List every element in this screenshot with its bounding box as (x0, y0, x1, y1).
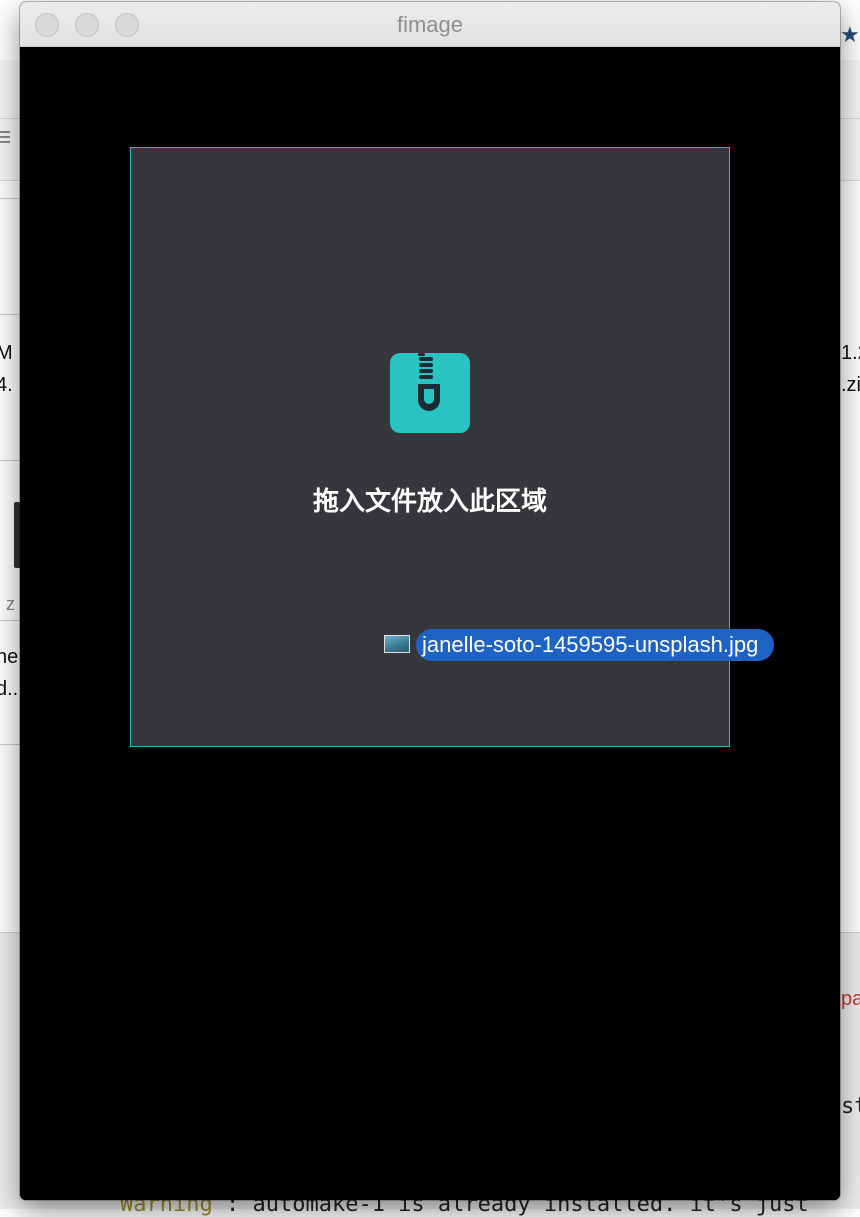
drop-instruction: 拖入文件放入此区域 (312, 486, 547, 516)
background-text: ne (0, 646, 19, 668)
background-text: z (6, 594, 15, 614)
background-divider (0, 620, 20, 621)
background-divider (0, 460, 20, 461)
background-text: d.. (0, 678, 19, 700)
dragged-file-name: janelle-soto-1459595-unsplash.jpg (416, 629, 775, 661)
background-text: st (841, 1094, 860, 1119)
image-thumbnail-icon (384, 635, 410, 653)
window-content: 拖入文件放入此区域 janelle-soto-1459595-unsplash.… (20, 47, 840, 1200)
zip-file-icon (390, 353, 470, 433)
background-star-icon: ★ (840, 22, 860, 47)
background-divider (0, 198, 20, 199)
background-text: M (0, 342, 13, 364)
background-text: .zi (841, 374, 860, 396)
background-text: pa (841, 988, 860, 1010)
background-divider (0, 744, 20, 745)
app-window: fimage 拖入文件放入此区域 janelle-soto-1459595-un… (20, 2, 840, 1200)
background-list-icon (0, 128, 10, 148)
window-title: fimage (396, 12, 464, 37)
background-text: 1.2 (841, 342, 860, 364)
title-bar[interactable]: fimage (20, 2, 840, 47)
background-text: 4. (0, 374, 13, 396)
background-divider (0, 314, 20, 315)
